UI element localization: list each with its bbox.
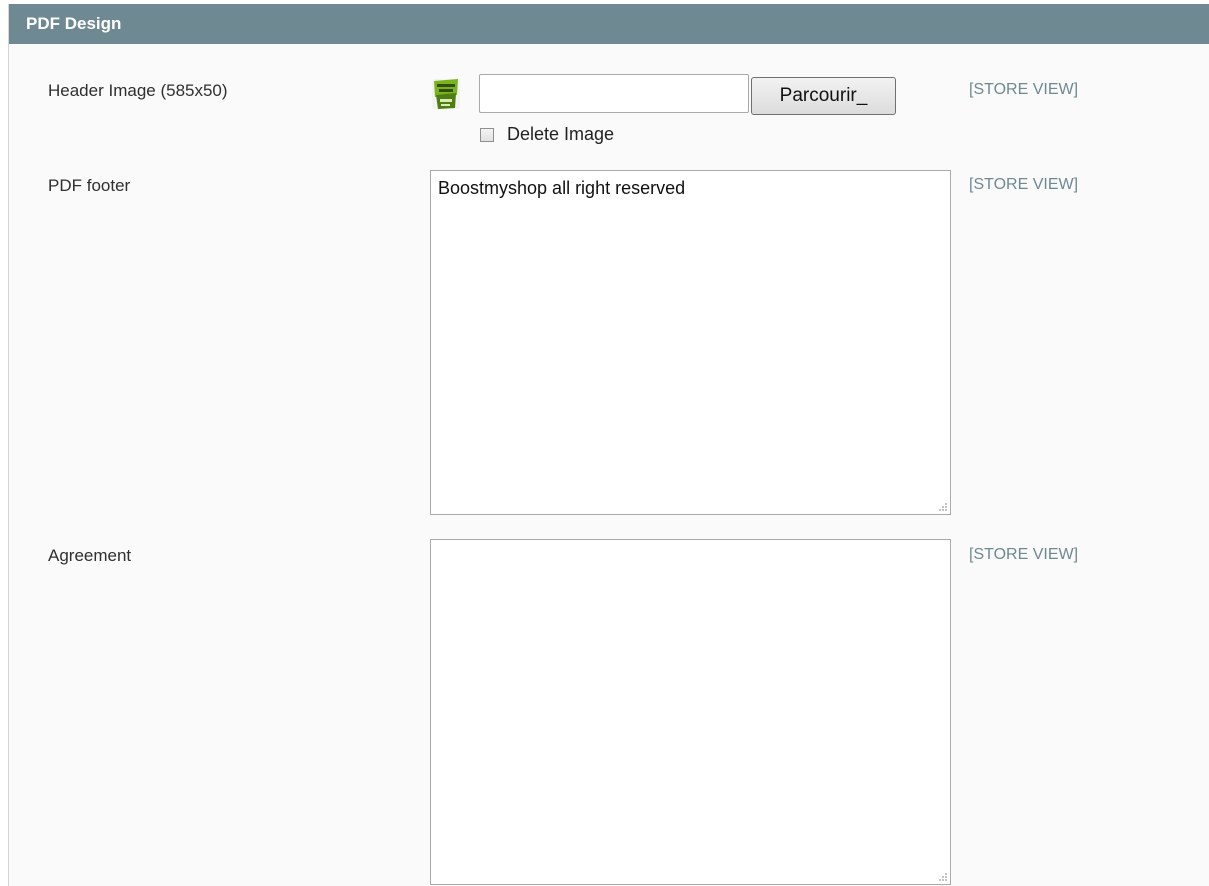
pdf-footer-textarea[interactable]: Boostmyshop all right reserved (430, 170, 951, 515)
delete-image-checkbox[interactable] (480, 128, 494, 142)
agreement-label: Agreement (48, 546, 132, 565)
pdf-footer-label: PDF footer (48, 176, 131, 195)
agreement-scope: [STORE VIEW] (969, 546, 1079, 563)
pdf-design-fieldset: PDF Design Header Image (585x50) Parcour… (8, 4, 1209, 886)
resize-grip-icon[interactable] (937, 501, 947, 511)
header-image-label: Header Image (585x50) (48, 81, 228, 100)
pdf-footer-text: Boostmyshop all right reserved (438, 178, 686, 198)
header-image-file-input[interactable] (479, 74, 749, 113)
delete-image-label[interactable]: Delete Image (507, 124, 614, 145)
pdf-footer-scope: [STORE VIEW] (969, 176, 1079, 193)
boostmyshop-logo-icon (432, 79, 460, 109)
section-header[interactable]: PDF Design (9, 4, 1209, 44)
header-image-scope: [STORE VIEW] (969, 81, 1079, 98)
resize-grip-icon[interactable] (937, 871, 947, 881)
agreement-textarea[interactable] (430, 539, 951, 885)
browse-button[interactable]: Parcourir_ (751, 77, 896, 115)
